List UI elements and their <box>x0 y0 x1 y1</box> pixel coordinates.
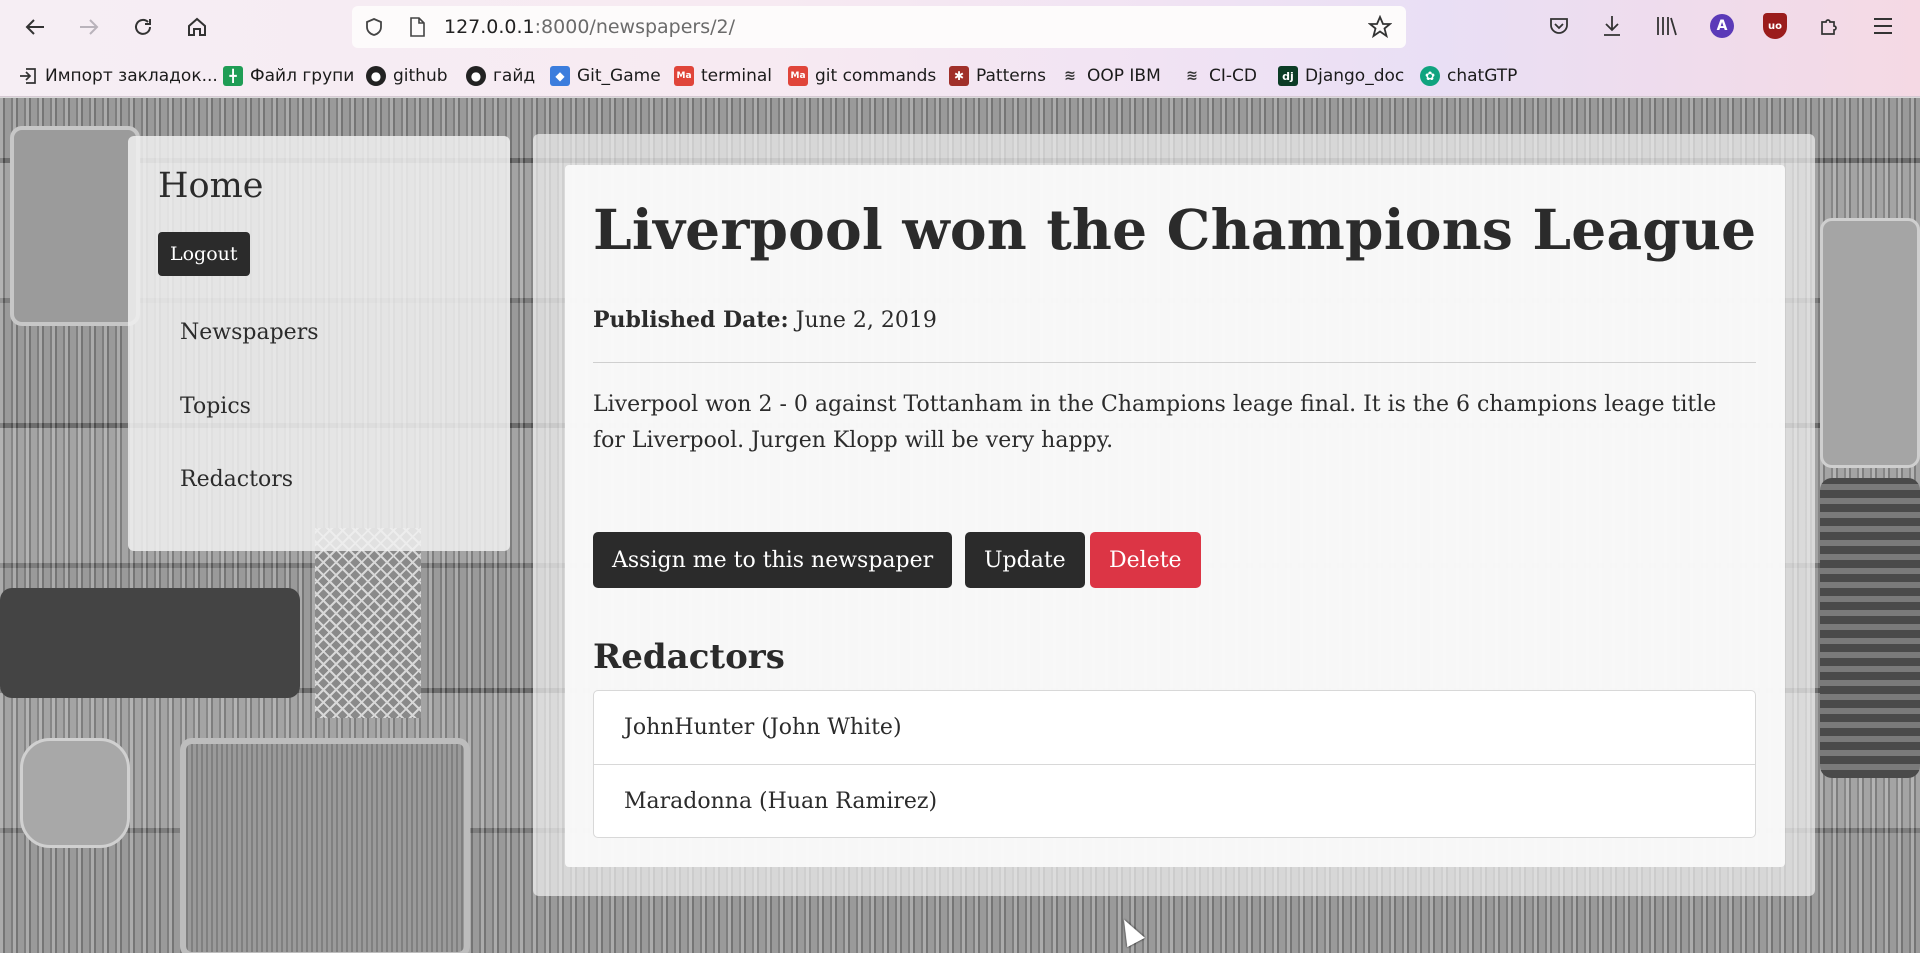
pocket-icon[interactable] <box>1548 15 1570 41</box>
newspaper-detail: Liverpool won the Champions League Publi… <box>565 165 1785 867</box>
amplifier-image <box>10 126 140 326</box>
article-content: Liverpool won 2 - 0 against Tottanham in… <box>593 392 1717 453</box>
bookmark-label: git commands <box>815 66 937 86</box>
published-date: Published Date: June 2, 2019 <box>593 307 937 333</box>
speaker-grille-image <box>315 528 421 718</box>
import-icon <box>18 66 38 86</box>
amplifier-image <box>1820 478 1920 778</box>
patterns-icon: ✱ <box>949 66 969 86</box>
ibm-icon: ≋ <box>1186 68 1198 84</box>
bookmark-github[interactable]: ● github <box>366 64 448 88</box>
address-bar[interactable]: 127.0.0.1:8000/newspapers/2/ <box>352 6 1406 48</box>
game-icon: ◆ <box>550 66 570 86</box>
browser-toolbar: 127.0.0.1:8000/newspapers/2/ A uo <box>0 0 1920 55</box>
redactors-list: JohnHunter (John White) Maradonna (Huan … <box>593 690 1756 838</box>
ma-icon: Ma <box>788 66 808 86</box>
bookmark-label: CI-CD <box>1209 66 1257 86</box>
download-icon[interactable] <box>1601 14 1623 42</box>
bookmark-import[interactable]: Импорт закладок... <box>18 64 218 88</box>
bookmark-label: Импорт закладок... <box>45 66 218 86</box>
bookmarks-bar: Импорт закладок... ╋ Файл групи ● github ●… <box>0 55 1920 97</box>
page-title: Liverpool won the Champions League <box>593 197 1757 262</box>
bookmark-ci-cd[interactable]: ≋ CI-CD <box>1182 64 1257 88</box>
bookmark-git-game[interactable]: ◆ Git_Game <box>550 64 661 88</box>
bookmark-label: OOP IBM <box>1087 66 1161 86</box>
ublock-icon[interactable]: uo <box>1763 13 1787 39</box>
bookmark-label: Django_doc <box>1305 66 1405 86</box>
menu-icon[interactable] <box>1872 16 1894 40</box>
bookmark-patterns[interactable]: ✱ Patterns <box>949 64 1046 88</box>
bookmark-label: Git_Game <box>577 66 661 86</box>
ibm-icon: ≋ <box>1064 68 1076 84</box>
bookmark-guide[interactable]: ● гайд <box>466 64 535 88</box>
sidebar-item-topics[interactable]: Topics <box>180 394 251 419</box>
bookmark-git-commands[interactable]: Ma git commands <box>788 64 936 88</box>
github-icon: ● <box>466 66 486 86</box>
github-icon: ● <box>366 66 386 86</box>
redactors-heading: Redactors <box>593 637 785 677</box>
shield-icon[interactable] <box>364 17 384 41</box>
extensions-icon[interactable] <box>1818 14 1842 42</box>
bookmark-label: chatGTP <box>1447 66 1518 86</box>
page-icon[interactable] <box>408 17 426 41</box>
bookmark-label: github <box>393 66 448 86</box>
django-icon: dj <box>1278 66 1298 86</box>
published-date-value: June 2, 2019 <box>795 308 937 333</box>
bookmark-django-doc[interactable]: dj Django_doc <box>1278 64 1404 88</box>
bookmark-label: гайд <box>493 66 536 86</box>
divider <box>593 362 1756 363</box>
bookmark-label: Patterns <box>976 66 1047 86</box>
url-host: 127.0.0.1 <box>444 16 535 38</box>
amplifier-image <box>180 738 470 953</box>
url-path: :8000/newspapers/2/ <box>534 16 736 38</box>
bookmark-group-file[interactable]: ╋ Файл групи <box>223 64 354 88</box>
forward-icon[interactable] <box>72 10 106 44</box>
amplifier-image <box>20 738 130 848</box>
bookmark-oop-ibm[interactable]: ≋ OOP IBM <box>1060 64 1161 88</box>
update-button[interactable]: Update <box>965 532 1085 588</box>
sidebar: Home Logout Newspapers Topics Redactors <box>128 136 510 551</box>
published-date-label: Published Date: <box>593 307 789 333</box>
bookmark-chatgpt[interactable]: ✿ chatGTP <box>1420 64 1517 88</box>
sidebar-item-redactors[interactable]: Redactors <box>180 467 293 492</box>
chatgpt-icon: ✿ <box>1420 66 1440 86</box>
reload-icon[interactable] <box>126 10 160 44</box>
assign-button[interactable]: Assign me to this newspaper <box>593 532 953 588</box>
list-item[interactable]: JohnHunter (John White) <box>594 691 1755 764</box>
star-icon[interactable] <box>1367 14 1393 43</box>
amplifier-image <box>0 588 300 698</box>
delete-button[interactable]: Delete <box>1090 532 1201 588</box>
amplifier-image <box>1820 218 1920 468</box>
sheets-icon: ╋ <box>223 66 243 86</box>
ma-icon: Ma <box>674 66 694 86</box>
sidebar-item-newspapers[interactable]: Newspapers <box>180 320 319 345</box>
url-text[interactable]: 127.0.0.1:8000/newspapers/2/ <box>444 16 735 38</box>
back-icon[interactable] <box>18 10 52 44</box>
list-item[interactable]: Maradonna (Huan Ramirez) <box>594 764 1755 837</box>
home-icon[interactable] <box>180 10 214 44</box>
logout-button[interactable]: Logout <box>158 232 250 276</box>
bookmark-label: Файл групи <box>250 66 355 86</box>
home-link[interactable]: Home <box>158 166 264 206</box>
bookmark-label: terminal <box>701 66 773 86</box>
library-icon[interactable] <box>1655 15 1679 41</box>
bookmark-terminal[interactable]: Ma terminal <box>674 64 772 88</box>
account-avatar-icon[interactable]: A <box>1710 14 1734 38</box>
